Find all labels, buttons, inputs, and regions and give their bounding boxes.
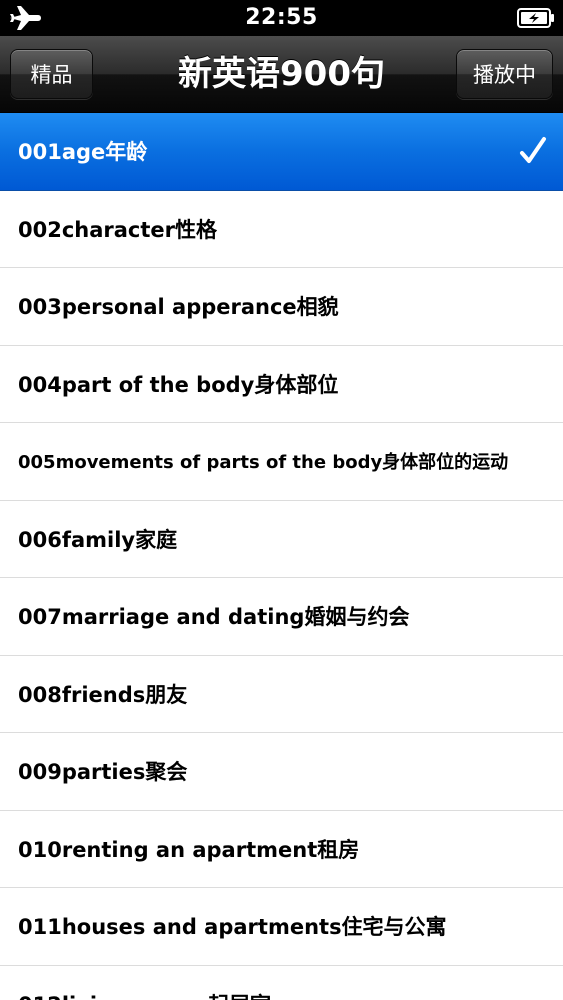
- list-item[interactable]: 010renting an apartment租房: [0, 811, 563, 888]
- list-item[interactable]: 006family家庭: [0, 501, 563, 578]
- list-item-label: 005movements of parts of the body身体部位的运动: [18, 452, 509, 474]
- now-playing-button[interactable]: 播放中: [456, 49, 553, 99]
- list-item-label: 002character性格: [18, 217, 218, 242]
- status-time: 22:55: [245, 5, 318, 30]
- status-bar: 22:55: [0, 0, 563, 36]
- list-item[interactable]: 009parties聚会: [0, 733, 563, 811]
- lesson-list: 001age年龄 002character性格 003personal appe…: [0, 113, 563, 1000]
- featured-button[interactable]: 精品: [10, 49, 93, 99]
- list-item-label: 007marriage and dating婚姻与约会: [18, 605, 410, 630]
- list-item[interactable]: 012living rooms起居室: [0, 966, 563, 1000]
- list-item-label: 006family家庭: [18, 527, 178, 552]
- list-item[interactable]: 005movements of parts of the body身体部位的运动: [0, 423, 563, 501]
- list-item[interactable]: 002character性格: [0, 191, 563, 268]
- list-item[interactable]: 003personal apperance相貌: [0, 268, 563, 346]
- list-item-label: 012living rooms起居室: [18, 989, 271, 1000]
- list-item-label: 004part of the body身体部位: [18, 372, 339, 397]
- page-title: 新英语900句: [178, 54, 385, 94]
- list-item[interactable]: 008friends朋友: [0, 656, 563, 733]
- list-item-label: 011houses and apartments住宅与公寓: [18, 915, 447, 940]
- list-item[interactable]: 004part of the body身体部位: [0, 346, 563, 423]
- list-item-label: 009parties聚会: [18, 760, 188, 785]
- checkmark-icon: [520, 137, 546, 164]
- navigation-bar: 精品 新英语900句 播放中: [0, 36, 563, 113]
- list-item[interactable]: 001age年龄: [0, 113, 563, 191]
- list-item-label: 010renting an apartment租房: [18, 837, 360, 862]
- list-item[interactable]: 011houses and apartments住宅与公寓: [0, 888, 563, 966]
- list-item-label: 003personal apperance相貌: [18, 295, 339, 320]
- list-item-label: 008friends朋友: [18, 682, 188, 707]
- list-item[interactable]: 007marriage and dating婚姻与约会: [0, 578, 563, 656]
- list-item-label: 001age年龄: [18, 140, 148, 165]
- battery-charging-icon: [517, 8, 554, 28]
